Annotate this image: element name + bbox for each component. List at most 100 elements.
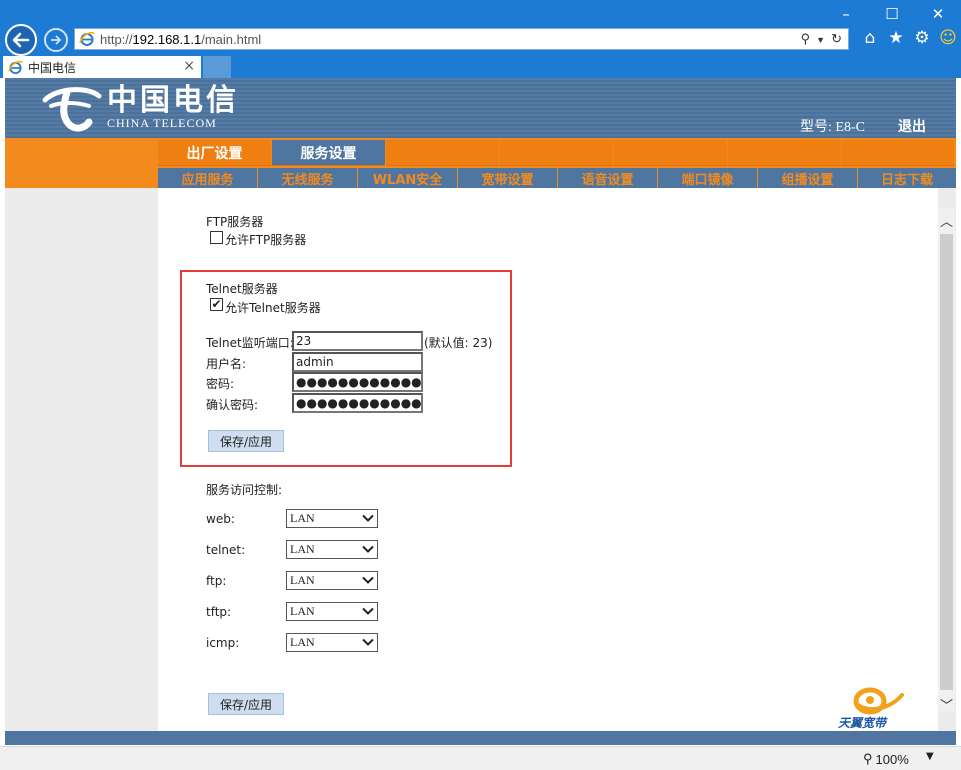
icmp-access-select[interactable]: LAN <box>286 633 378 652</box>
ftp-section-title: FTP服务器 <box>206 215 264 229</box>
tab-empty <box>386 140 499 166</box>
scroll-thumb[interactable] <box>940 234 953 690</box>
access-row-label: tftp: <box>206 605 232 619</box>
chevron-down-icon <box>362 607 374 615</box>
browser-statusbar: ⚲ 100% ▼ <box>0 746 961 770</box>
tab-empty <box>614 140 727 166</box>
arrow-right-icon <box>51 35 62 45</box>
confirm-password-input[interactable] <box>292 393 423 413</box>
telnet-port-input[interactable] <box>292 331 423 351</box>
arrow-left-icon <box>12 32 30 48</box>
access-row-label: ftp: <box>206 574 227 588</box>
confirm-password-label: 确认密码: <box>206 398 259 412</box>
address-tools: ⚲ ▼ ↻ <box>801 31 842 49</box>
access-row-label: telnet: <box>206 543 246 557</box>
ftp-access-select[interactable]: LAN <box>286 571 378 590</box>
telecom-logo-icon <box>42 87 102 132</box>
address-bar[interactable]: http://192.168.1.1/main.html ⚲ ▼ ↻ <box>74 28 849 50</box>
url-prefix: http:// <box>100 31 133 47</box>
tab-close-icon[interactable]: × <box>183 58 195 74</box>
telnet-access-select[interactable]: LAN <box>286 540 378 559</box>
page-footer-bar <box>5 731 956 745</box>
subtab-multicast[interactable]: 组播设置 <box>758 168 858 188</box>
password-input[interactable] <box>292 372 423 392</box>
zoom-icon: ⚲ <box>863 751 873 766</box>
tianyi-logo-icon <box>853 687 904 715</box>
settings-gear-icon[interactable]: ⚙ <box>912 27 932 49</box>
refresh-icon[interactable]: ↻ <box>831 31 842 49</box>
favorites-star-icon[interactable]: ★ <box>886 27 906 49</box>
model-label: 型号: E8-C <box>800 120 865 135</box>
telnet-section-title: Telnet服务器 <box>206 282 278 296</box>
subtab-voice[interactable]: 语音设置 <box>558 168 658 188</box>
username-input[interactable] <box>292 352 423 372</box>
username-label: 用户名: <box>206 357 247 371</box>
tab-empty <box>500 140 613 166</box>
checkmark-icon: ✔ <box>211 297 222 311</box>
select-value: LAN <box>290 573 315 587</box>
url-host: 192.168.1.1 <box>132 31 202 47</box>
sub-nav: 应用服务 无线服务 WLAN安全 宽带设置 语音设置 端口镜像 组播设置 日志下… <box>158 168 956 188</box>
select-value: LAN <box>290 542 315 556</box>
vertical-scrollbar[interactable]: ︿ ﹀ <box>938 208 955 714</box>
telnet-allow-checkbox[interactable]: ✔ <box>210 298 223 311</box>
select-value: LAN <box>290 635 315 649</box>
web-access-select[interactable]: LAN <box>286 509 378 528</box>
nav-band: 出厂设置 服务设置 应用服务 无线服务 WLAN安全 宽带设置 语音设置 端口镜… <box>5 138 956 188</box>
tianyi-text: 天翼宽带 <box>838 716 887 730</box>
subtab-app-service[interactable]: 应用服务 <box>158 168 258 188</box>
brand-en: CHINA TELECOM <box>107 116 217 130</box>
url-path: /main.html <box>201 31 262 47</box>
forward-button[interactable] <box>44 28 68 52</box>
subtab-log-download[interactable]: 日志下载 <box>858 168 956 188</box>
tab-empty <box>842 140 954 166</box>
back-button[interactable] <box>5 24 37 56</box>
zoom-dropdown-icon[interactable]: ▼ <box>926 751 934 762</box>
access-save-button[interactable]: 保存/应用 <box>208 693 284 715</box>
zoom-control[interactable]: ⚲ 100% <box>863 751 909 767</box>
tab-empty <box>728 140 841 166</box>
feedback-smiley-icon[interactable]: ☺ <box>938 27 958 49</box>
brand-cn: 中国电信 <box>107 83 239 118</box>
subtab-wireless-service[interactable]: 无线服务 <box>258 168 358 188</box>
select-value: LAN <box>290 604 315 618</box>
subtab-broadband[interactable]: 宽带设置 <box>458 168 558 188</box>
router-header: 中国电信 CHINA TELECOM 型号: E8-C 退出 <box>5 78 956 138</box>
tab-bar: 中国电信 × <box>0 56 961 78</box>
telnet-port-label: Telnet监听端口: <box>206 336 294 350</box>
new-tab-button[interactable] <box>203 56 231 78</box>
address-toolbar: http://192.168.1.1/main.html ⚲ ▼ ↻ ⌂ ★ ⚙… <box>0 22 961 56</box>
subtab-port-mirror[interactable]: 端口镜像 <box>658 168 758 188</box>
telnet-allow-label: 允许Telnet服务器 <box>225 301 321 315</box>
chevron-down-icon <box>362 638 374 646</box>
ftp-allow-label: 允许FTP服务器 <box>225 233 307 247</box>
access-row-label: icmp: <box>206 636 240 650</box>
ie-icon <box>79 31 95 46</box>
telnet-save-button[interactable]: 保存/应用 <box>208 430 284 452</box>
main-nav: 出厂设置 服务设置 <box>158 140 954 166</box>
browser-tools: ⌂ ★ ⚙ ☺ <box>860 27 958 49</box>
scroll-up-icon[interactable]: ︿ <box>938 208 955 232</box>
tab-title: 中国电信 <box>28 60 77 75</box>
search-icon[interactable]: ⚲ <box>801 31 811 49</box>
tftp-access-select[interactable]: LAN <box>286 602 378 621</box>
dropdown-icon[interactable]: ▼ <box>816 31 825 49</box>
tab-factory-settings[interactable]: 出厂设置 <box>158 140 271 166</box>
home-icon[interactable]: ⌂ <box>860 27 880 49</box>
logout-link[interactable]: 退出 <box>898 116 926 136</box>
chevron-down-icon <box>362 576 374 584</box>
scroll-down-icon[interactable]: ﹀ <box>938 692 955 716</box>
telnet-port-default: (默认值: 23) <box>424 336 493 350</box>
chevron-down-icon <box>362 514 374 522</box>
select-value: LAN <box>290 511 315 525</box>
ftp-allow-checkbox[interactable] <box>210 231 223 244</box>
chevron-down-icon <box>362 545 374 553</box>
password-label: 密码: <box>206 377 235 391</box>
subtab-wlan-security[interactable]: WLAN安全 <box>358 168 458 188</box>
nav-left-filler <box>5 138 157 188</box>
access-control-title: 服务访问控制: <box>206 483 283 497</box>
zoom-level: 100% <box>875 751 909 767</box>
tab-service-settings[interactable]: 服务设置 <box>272 140 385 166</box>
browser-tab[interactable]: 中国电信 × <box>3 56 201 78</box>
access-row-label: web: <box>206 512 235 526</box>
